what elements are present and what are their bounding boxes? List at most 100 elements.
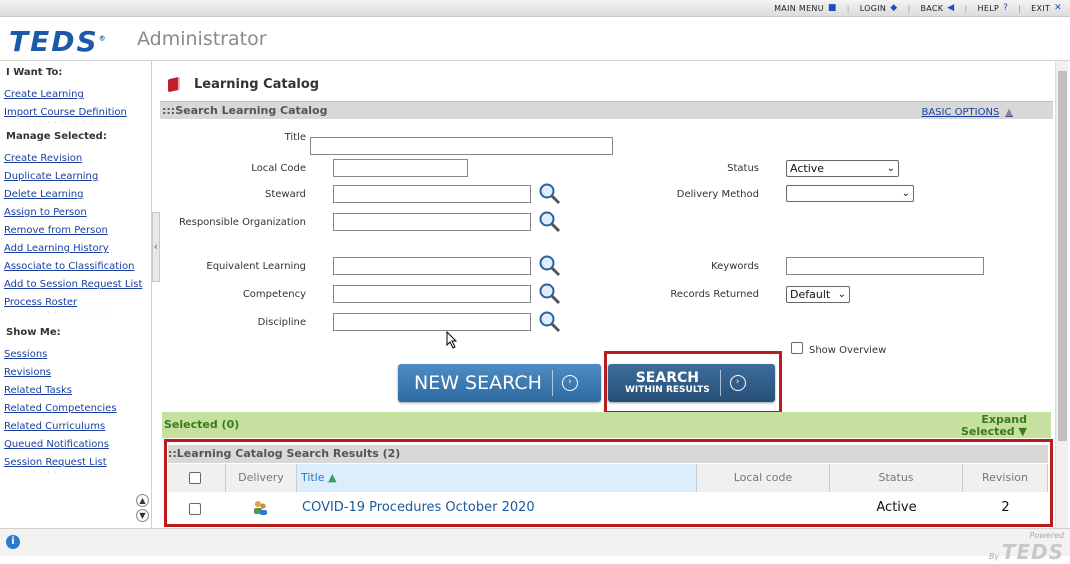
search-icon[interactable] [537,209,561,233]
column-header-status[interactable]: Status [830,464,963,492]
login-link[interactable]: LOGIN ◆ [860,3,898,13]
help-label: HELP [977,3,1000,13]
selected-bar: Selected (0) Expand Selected ▼ [162,412,1051,438]
delivery-method-select[interactable]: ⌄ [786,185,914,202]
column-header-revision[interactable]: Revision [963,464,1048,492]
competency-input[interactable] [333,285,531,303]
divider: · · · · · · · · · · · · [26,118,108,127]
search-icon[interactable] [537,253,561,277]
delivery-method-label: Delivery Method [676,189,759,200]
sidebar-item-related-competencies[interactable]: Related Competencies [4,400,151,418]
title-label: Title [284,132,306,143]
top-navigation: MAIN MENU ■ | LOGIN ◆ | BACK ◀ | HELP ? … [0,0,1070,17]
people-icon [254,501,267,515]
select-all-column [168,464,226,492]
powered-by-logo: Powered By TEDS [988,531,1064,564]
local-code-label: Local Code [251,163,306,174]
steward-label: Steward [264,189,306,200]
local-code-input[interactable] [333,159,468,177]
main-menu-label: MAIN MENU [774,3,824,13]
chevron-down-icon: ⌄ [886,163,895,174]
search-icon[interactable] [537,181,561,205]
steward-input[interactable] [333,185,531,203]
responsible-org-input[interactable] [333,213,531,231]
results-header: ::Learning Catalog Search Results (2) [168,445,1048,463]
responsible-org-label: Responsible Organization [178,217,306,228]
login-label: LOGIN [859,3,887,13]
search-within-results-button[interactable]: SEARCH WITHIN RESULTS › [608,364,775,402]
records-returned-select[interactable]: Default ⌄ [786,286,850,303]
page-title: Learning Catalog [168,76,319,93]
discipline-input[interactable] [333,313,531,331]
main-content: Learning Catalog :::Search Learning Cata… [160,61,1053,528]
show-overview-label: Show Overview [809,345,887,356]
sidebar-item-delete-learning[interactable]: Delete Learning [4,186,151,204]
collapse-sidebar-handle[interactable]: ‹ [152,212,160,282]
sidebar-item-create-revision[interactable]: Create Revision [4,150,151,168]
title-input[interactable] [310,137,613,155]
arrow-down-icon: ▼ [1018,425,1027,438]
row-revision: 2 [1001,500,1010,515]
select-all-checkbox[interactable] [189,472,201,484]
sidebar-item-remove-from-person[interactable]: Remove from Person [4,222,151,240]
column-header-local-code[interactable]: Local code [697,464,830,492]
mouse-cursor-icon [446,331,458,349]
exit-link[interactable]: EXIT ✕ [1031,3,1062,13]
divider: | [846,3,850,13]
sidebar-item-queued-notifications[interactable]: Queued Notifications [4,436,151,454]
sidebar-item-create-learning[interactable]: Create Learning [4,86,151,104]
search-icon[interactable] [537,309,561,333]
divider [551,370,553,396]
sidebar-item-associate-classification[interactable]: Associate to Classification [4,258,151,276]
status-select[interactable]: Active ⌄ [786,160,899,177]
info-icon[interactable]: i [6,535,20,549]
arrow-up-icon: ▲ [1005,107,1013,118]
row-checkbox[interactable] [189,503,201,515]
expand-selected-link[interactable]: Expand Selected ▼ [961,414,1027,438]
sidebar: I Want To: Create Learning Import Course… [0,61,152,528]
basic-options-link[interactable]: BASIC OPTIONS ▲ [921,104,1013,121]
close-icon: ✕ [1054,3,1062,13]
sidebar-item-add-session-request[interactable]: Add to Session Request List [4,276,151,294]
chevron-down-icon: ⌄ [901,188,910,199]
scroll-down-button[interactable]: ▼ [136,509,149,522]
chevron-down-icon: ⌄ [837,289,846,300]
sidebar-item-assign-to-person[interactable]: Assign to Person [4,204,151,222]
scroll-up-button[interactable]: ▲ [136,494,149,507]
sidebar-item-related-curriculums[interactable]: Related Curriculums [4,418,151,436]
scrollbar-thumb[interactable] [1058,71,1067,441]
show-overview-checkbox[interactable] [791,342,803,354]
status-label: Status [727,163,759,174]
back-link[interactable]: BACK ◀ [920,3,954,13]
column-header-title[interactable]: Title ▲ [297,464,697,492]
divider: · · · · · · · · · · · · [26,468,108,477]
new-search-button[interactable]: NEW SEARCH › [398,364,601,402]
keywords-input[interactable] [786,257,984,275]
records-returned-label: Records Returned [670,289,759,300]
vertical-scrollbar[interactable] [1055,61,1068,528]
divider: · · · · · · · · · · · · [26,308,108,317]
sidebar-section-title: Show Me: [6,327,61,338]
equivalent-learning-label: Equivalent Learning [206,261,306,272]
search-icon[interactable] [537,281,561,305]
row-title-link[interactable]: COVID-19 Procedures October 2020 [302,493,535,523]
footer: i Powered By TEDS [0,528,1070,564]
sidebar-item-duplicate-learning[interactable]: Duplicate Learning [4,168,151,186]
diamond-icon: ◆ [890,3,898,13]
back-label: BACK [920,3,944,13]
sidebar-item-related-tasks[interactable]: Related Tasks [4,382,151,400]
help-link[interactable]: HELP ? [978,3,1009,13]
divider: | [964,3,968,13]
discipline-label: Discipline [257,317,306,328]
equivalent-learning-input[interactable] [333,257,531,275]
exit-label: EXIT [1031,3,1051,13]
sidebar-item-revisions[interactable]: Revisions [4,364,151,382]
app-name: Administrator [137,28,267,50]
main-menu-link[interactable]: MAIN MENU ■ [774,3,837,13]
column-header-delivery[interactable]: Delivery [226,464,297,492]
sidebar-item-sessions[interactable]: Sessions [4,346,151,364]
sidebar-item-add-learning-history[interactable]: Add Learning History [4,240,151,258]
sidebar-section-title: I Want To: [6,67,63,78]
chevron-right-icon: › [561,375,578,391]
divider: | [1018,3,1022,13]
